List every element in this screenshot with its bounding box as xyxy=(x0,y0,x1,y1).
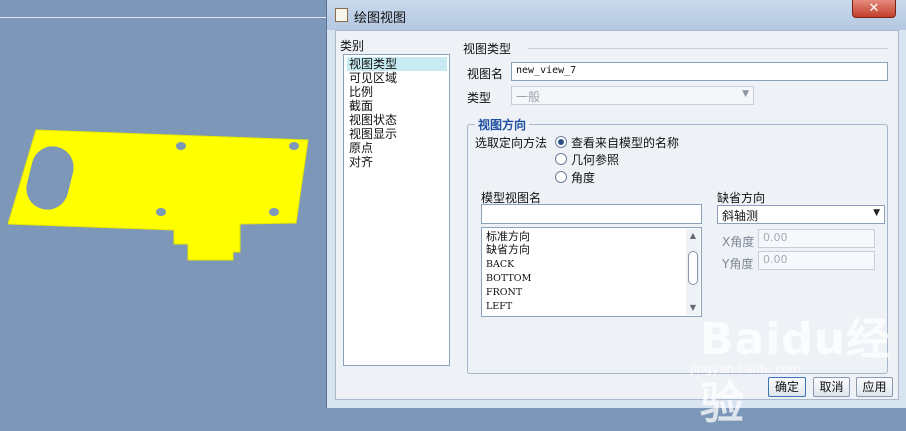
view-name-label: 视图名 xyxy=(467,67,504,81)
category-list[interactable]: 视图类型 可见区域 比例 截面 视图状态 视图显示 原点 对齐 xyxy=(343,54,450,366)
model-view-list[interactable]: 标准方向 缺省方向 BACK BOTTOM FRONT LEFT ▲ ▼ xyxy=(481,227,702,317)
list-item[interactable]: LEFT xyxy=(486,300,512,314)
list-item[interactable]: 缺省方向 xyxy=(486,243,530,257)
type-label: 类型 xyxy=(467,91,492,105)
radio-geometry-ref-label[interactable]: 几何参照 xyxy=(571,151,619,168)
dialog-title: 绘图视图 xyxy=(354,11,407,26)
default-orient-value: 斜轴测 xyxy=(722,209,759,223)
list-item[interactable]: FRONT xyxy=(486,286,522,300)
default-orient-label: 缺省方向 xyxy=(717,191,766,205)
yellow-part-view[interactable] xyxy=(0,0,326,408)
baidu-watermark-url: jingyan.baidu.com xyxy=(690,362,801,376)
x-angle-input[interactable]: 0.00 xyxy=(758,229,875,248)
dialog-titlebar[interactable]: 绘图视图 ✕ xyxy=(327,0,906,30)
type-select[interactable]: 一般 ▼ xyxy=(511,86,754,105)
category-scale[interactable]: 比例 xyxy=(347,85,375,99)
chevron-down-icon: ▼ xyxy=(742,89,749,99)
category-view-display[interactable]: 视图显示 xyxy=(347,127,399,141)
categories-label: 类别 xyxy=(340,39,365,53)
x-angle-label: X角度 xyxy=(722,235,755,249)
orient-method-label: 选取定向方法 xyxy=(475,136,548,150)
model-view-name-input[interactable] xyxy=(481,204,702,224)
category-view-type[interactable]: 视图类型 xyxy=(347,57,447,71)
list-item[interactable]: BOTTOM xyxy=(486,272,531,286)
category-visible-area[interactable]: 可见区域 xyxy=(347,71,399,85)
close-button[interactable]: ✕ xyxy=(852,0,896,18)
category-origin[interactable]: 原点 xyxy=(347,141,375,155)
view-name-input[interactable]: new_view_7 xyxy=(511,62,888,81)
list-item[interactable]: 标准方向 xyxy=(486,230,530,244)
document-icon xyxy=(335,8,348,22)
view-orientation-title: 视图方向 xyxy=(475,116,530,133)
model-canvas[interactable] xyxy=(0,0,328,408)
section-separator xyxy=(528,48,888,49)
category-view-state[interactable]: 视图状态 xyxy=(347,113,399,127)
type-select-value: 一般 xyxy=(516,90,541,104)
default-orient-select[interactable]: 斜轴测 ▼ xyxy=(717,205,885,224)
scroll-up-icon[interactable]: ▲ xyxy=(687,231,699,241)
radio-model-name[interactable] xyxy=(555,136,567,148)
radio-angle-label[interactable]: 角度 xyxy=(571,169,595,186)
category-section[interactable]: 截面 xyxy=(347,99,375,113)
scroll-down-icon[interactable]: ▼ xyxy=(687,303,699,313)
list-item[interactable]: BACK xyxy=(486,258,514,272)
view-type-section-title: 视图类型 xyxy=(463,42,512,56)
y-angle-input[interactable]: 0.00 xyxy=(758,251,875,270)
scroll-thumb[interactable] xyxy=(688,251,698,285)
category-alignment[interactable]: 对齐 xyxy=(347,155,375,169)
list-scrollbar[interactable]: ▲ ▼ xyxy=(686,229,700,315)
chevron-down-icon: ▼ xyxy=(873,208,880,218)
radio-angle[interactable] xyxy=(555,171,567,183)
radio-geometry-ref[interactable] xyxy=(555,153,567,165)
radio-model-name-label[interactable]: 查看来自模型的名称 xyxy=(571,134,679,151)
y-angle-label: Y角度 xyxy=(722,257,754,271)
